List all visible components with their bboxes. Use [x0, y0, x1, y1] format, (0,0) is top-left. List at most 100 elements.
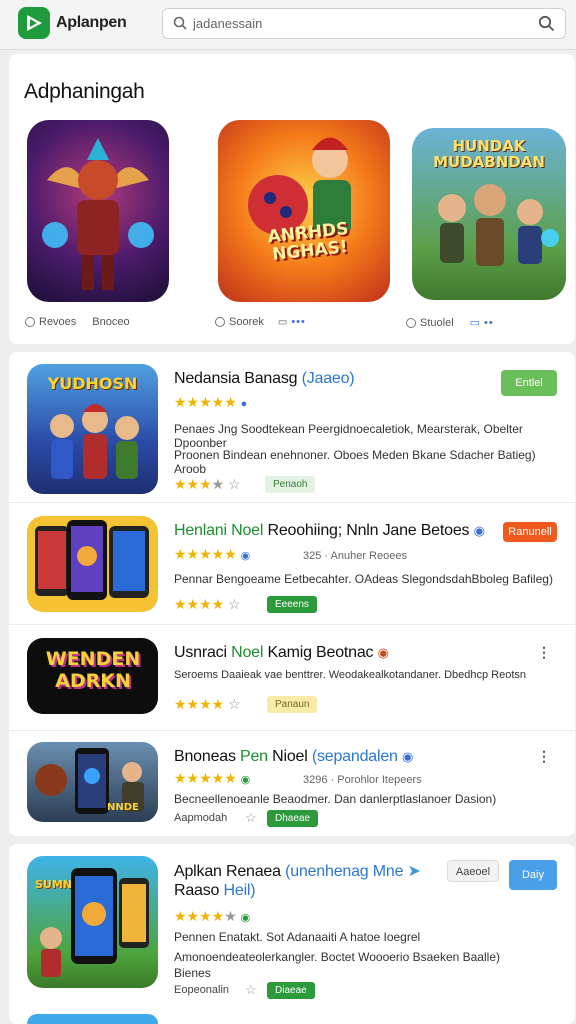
rating-stars: ★★★★★ ◉: [174, 546, 251, 562]
clock-icon: [406, 317, 416, 328]
grid-icon: ▭: [277, 316, 288, 328]
featured-caption: Soorek ▭ •••: [215, 316, 306, 328]
title-subtext: Heil): [223, 882, 256, 899]
clock-icon: [215, 317, 225, 327]
more-options-icon[interactable]: ⋮: [537, 748, 551, 765]
caption-label: Soorek: [229, 316, 264, 328]
title-highlight: Pen: [240, 748, 268, 765]
title-text: Nioel: [272, 748, 308, 765]
caption-label: Bnoceo: [92, 316, 130, 328]
secondary-button[interactable]: Aaeoel: [447, 860, 499, 882]
divider: [9, 502, 575, 503]
more-dots-icon[interactable]: •••: [291, 316, 306, 328]
tag-badge: Diaeae: [267, 982, 315, 999]
app-meta: 3296 · Porohlor Itepeers: [303, 774, 422, 786]
divider: [9, 624, 575, 625]
install-button[interactable]: Entlel: [501, 370, 557, 396]
badge-icon: ◉: [377, 645, 389, 660]
featured-section: Adphaningah Revoes Bnoceo ANRHDS NGHAS! …: [9, 54, 575, 344]
title-text: Aplkan Renaea: [174, 863, 281, 880]
app-list-secondary: SUMNER Aplkan Renaea (unenhenag Mne ➤ Ra…: [9, 844, 575, 1024]
search-icon: [173, 16, 187, 30]
search-bar[interactable]: jadanessain: [162, 8, 566, 39]
game-art-image: [248, 137, 351, 235]
featured-app-tile[interactable]: HUNDAK MUDABNDAN: [412, 128, 566, 300]
app-title[interactable]: Aplkan Renaea (unenhenag Mne ➤ Raaso Hei…: [174, 862, 421, 900]
title-text: Nedansia Banasg: [174, 370, 298, 387]
app-meta: 325 · Anuher Reoees: [303, 550, 407, 562]
info-icon: ◉: [240, 774, 251, 786]
search-input[interactable]: jadanessain: [193, 16, 262, 31]
app-description: Amonoendeateolerkangler. Boctet Woooerio…: [174, 950, 500, 964]
caption-label: Stuolel: [420, 316, 454, 329]
star-outline-icon: ☆: [245, 810, 257, 825]
divider: [9, 730, 575, 731]
info-icon: ◉: [240, 912, 251, 924]
rating-stars: ★★★★ ☆: [174, 476, 241, 492]
featured-title: Adphaningah: [24, 80, 145, 103]
game-art-image: [438, 184, 559, 266]
title-subtext: (sepandalen: [311, 748, 398, 765]
app-logo[interactable]: [18, 7, 50, 39]
tag-badge: Eeeens: [267, 596, 317, 613]
app-icon: SUMNER: [27, 856, 158, 988]
app-title[interactable]: Henlani Noel Reoohiing; Nnln Jane Betoes…: [174, 522, 485, 540]
list-item[interactable]: WENDEN ADRKN Usnraci Noel Kamig Beotnac …: [27, 638, 567, 722]
title-text: Bnoneas: [174, 748, 236, 765]
app-description: Penaes Jng Soodtekean Peergidnoecaletiok…: [174, 422, 523, 450]
title-text: Kamig Beotnac: [267, 644, 374, 661]
app-developer: Eopeonalin: [174, 984, 230, 996]
title-text: Henlani: [174, 522, 227, 539]
rating-stars: ★★★★ ☆: [174, 596, 241, 612]
search-submit-icon[interactable]: [538, 15, 555, 32]
list-item[interactable]: Henlani Noel Reoohiing; Nnln Jane Betoes…: [27, 516, 567, 616]
tag-badge: Panaun: [267, 696, 318, 713]
game-art-image: [50, 404, 139, 479]
bird-icon: ➤: [407, 863, 421, 880]
game-art-image: [40, 868, 149, 977]
title-text: Usnraci: [174, 644, 227, 661]
grid-icon: ▭: [469, 317, 481, 329]
more-dots-icon[interactable]: ••: [484, 317, 494, 329]
app-title[interactable]: Bnoneas Pen Nioel (sepandalen ◉: [174, 748, 413, 766]
app-icon-title: NNDE: [107, 802, 139, 813]
app-title[interactable]: Usnraci Noel Kamig Beotnac ◉: [174, 644, 389, 662]
app-icon: [27, 516, 158, 612]
app-icon-partial: [27, 1014, 158, 1024]
play-logo-icon: [27, 15, 42, 31]
caption-label: Revoes: [39, 316, 77, 328]
phones-image: [35, 520, 149, 600]
list-item[interactable]: YUDHOSN Nedansia Banasg (Jaaeo) ★★★★★ ● …: [27, 364, 567, 499]
featured-app-tile[interactable]: [27, 120, 169, 302]
app-title[interactable]: Nedansia Banasg (Jaaeo): [174, 370, 355, 388]
app-developer: Aapmodah: [174, 812, 228, 824]
info-icon: ●: [240, 398, 248, 410]
app-icon: NNDE: [27, 742, 158, 822]
list-item[interactable]: SUMNER Aplkan Renaea (unenhenag Mne ➤ Ra…: [27, 856, 567, 999]
tag-badge: Penaoh: [265, 476, 316, 493]
app-header: Aplanpen jadanessain: [0, 0, 576, 50]
rating-stars: ★★★★★ ●: [174, 394, 248, 410]
app-list: YUDHOSN Nedansia Banasg (Jaaeo) ★★★★★ ● …: [9, 352, 575, 836]
info-icon: ◉: [240, 550, 251, 562]
title-text: Reoohiing; Nnln Jane Betoes: [267, 522, 470, 539]
more-options-icon[interactable]: ⋮: [537, 644, 551, 661]
title-text: Raaso: [174, 882, 220, 899]
app-icon-title: WENDEN ADRKN: [45, 648, 141, 692]
app-brand-name: Aplanpen: [56, 14, 127, 31]
rating-stars: ★★★★★ ◉: [174, 770, 251, 786]
app-icon: WENDEN ADRKN: [27, 638, 158, 714]
rating-stars: ★★★★★ ◉: [174, 908, 251, 924]
title-subtext: (unenhenag Mne: [285, 863, 404, 880]
app-description: Pennar Bengoeame Eetbecahter. OAdeas Sle…: [174, 572, 553, 586]
install-button[interactable]: Ranunell: [503, 522, 557, 542]
featured-app-tile[interactable]: ANRHDS NGHAS!: [218, 120, 390, 302]
title-subtext: (Jaaeo): [301, 370, 355, 387]
install-button[interactable]: Daiy: [509, 860, 557, 890]
app-description: Becneellenoeanle Beaodmer. Dan danlerptl…: [174, 792, 497, 806]
clock-icon: [25, 317, 35, 327]
featured-caption: Stuolel ▭ ••: [406, 316, 494, 329]
app-icon: YUDHOSN: [27, 364, 158, 494]
verified-icon: ◉: [473, 523, 485, 538]
list-item[interactable]: NNDE Bnoneas Pen Nioel (sepandalen ◉ ★★★…: [27, 742, 567, 827]
